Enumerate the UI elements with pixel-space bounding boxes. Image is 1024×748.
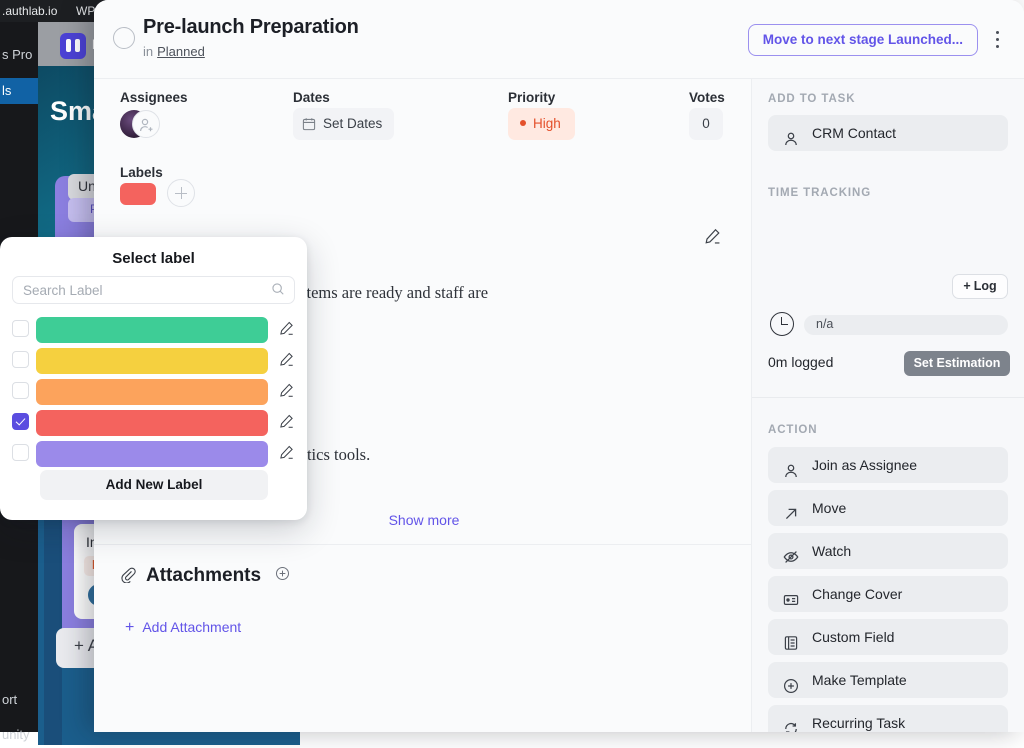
action-label: Watch	[812, 543, 851, 559]
show-more-link[interactable]: Show more	[389, 512, 460, 528]
page-title: Pre-launch Preparation	[143, 16, 359, 39]
add-to-task-header: ADD TO TASK	[768, 93, 855, 105]
sidebar-item-make-template[interactable]: Make Template	[768, 662, 1008, 698]
eye-off-icon	[783, 542, 799, 578]
person-icon	[783, 456, 799, 492]
select-label-popup: Select label	[0, 237, 307, 520]
action-header: ACTION	[768, 424, 817, 436]
refresh-icon	[783, 714, 799, 732]
calendar-icon	[302, 117, 316, 131]
log-label: Log	[974, 279, 997, 293]
label-color-bar[interactable]	[36, 379, 268, 405]
modal-header: Pre-launch Preparation in Planned Move to…	[94, 0, 1024, 79]
votes-label: Votes	[689, 90, 725, 105]
task-meta-row: Assignees Dates Priority Votes Set Dates	[94, 79, 751, 151]
dates-label: Dates	[293, 90, 330, 105]
pencil-edit-icon[interactable]	[278, 444, 295, 466]
breadcrumb-stage-link[interactable]: Planned	[157, 44, 205, 59]
label-color-bar[interactable]	[36, 317, 268, 343]
list-panel-icon	[783, 628, 799, 664]
breadcrumb: in Planned	[143, 44, 205, 59]
label-row	[12, 441, 295, 467]
move-to-next-stage-button[interactable]: Move to next stage Launched...	[748, 24, 978, 56]
label-checkbox[interactable]	[12, 444, 29, 461]
action-label: Join as Assignee	[812, 457, 917, 473]
add-attachment-label: Add Attachment	[142, 619, 241, 635]
popup-title: Select label	[0, 250, 307, 267]
action-label: Recurring Task	[812, 715, 905, 731]
priority-value: High	[533, 116, 561, 131]
set-dates-label: Set Dates	[323, 116, 382, 131]
sidebar-item-change-cover[interactable]: Change Cover	[768, 576, 1008, 612]
log-time-button[interactable]: + Log	[952, 274, 1008, 299]
labels-label: Labels	[120, 165, 163, 180]
action-label: Custom Field	[812, 629, 894, 645]
paperclip-icon	[120, 566, 137, 590]
label-row	[12, 348, 295, 374]
action-label: Move	[812, 500, 846, 516]
person-icon	[783, 124, 799, 160]
clock-icon	[770, 312, 794, 336]
plus-circle-icon[interactable]	[270, 565, 290, 586]
attachments-title: Attachments	[146, 565, 261, 586]
label-row	[12, 317, 295, 343]
sidebar-item-move[interactable]: Move	[768, 490, 1008, 526]
label-row	[12, 379, 295, 405]
kebab-menu-icon[interactable]	[990, 28, 1006, 52]
pencil-edit-icon[interactable]	[278, 413, 295, 435]
label-checkbox[interactable]	[12, 320, 29, 337]
status-circle-icon[interactable]	[113, 27, 135, 49]
add-assignee-icon[interactable]	[132, 110, 160, 138]
search-input[interactable]	[12, 276, 295, 304]
label-checkbox[interactable]	[12, 351, 29, 368]
votes-value[interactable]: 0	[689, 108, 723, 140]
image-icon	[783, 585, 799, 621]
label-color-bar[interactable]	[36, 348, 268, 374]
sidebar-item-join-as-assignee[interactable]: Join as Assignee	[768, 447, 1008, 483]
sidebar-divider	[752, 397, 1024, 398]
browser-tab-wp[interactable]: WP	[76, 4, 95, 18]
time-value-field[interactable]: n/a	[804, 315, 1008, 335]
pencil-edit-icon[interactable]	[703, 227, 722, 251]
sidebar-item-crm-contact[interactable]: CRM Contact	[768, 115, 1008, 151]
section-divider	[94, 544, 752, 545]
browser-tab-url[interactable]: .authlab.io	[2, 4, 57, 18]
priority-label: Priority	[508, 90, 555, 105]
attachments-heading: Attachments	[120, 564, 728, 588]
breadcrumb-prefix: in	[143, 44, 153, 59]
plus-icon: +	[963, 279, 970, 293]
plus-circle-icon	[783, 671, 799, 707]
sidebar-item-custom-field[interactable]: Custom Field	[768, 619, 1008, 655]
action-label: Change Cover	[812, 586, 902, 602]
label-color-bar[interactable]	[36, 410, 268, 436]
logged-time-text: 0m logged	[768, 354, 833, 370]
priority-chip[interactable]: High	[508, 108, 575, 140]
sidebar-item-recurring-task[interactable]: Recurring Task	[768, 705, 1008, 732]
label-swatch[interactable]	[120, 183, 156, 205]
label-checkbox[interactable]	[12, 382, 29, 399]
crm-contact-label: CRM Contact	[812, 125, 896, 141]
set-dates-button[interactable]: Set Dates	[293, 108, 394, 140]
add-attachment-button[interactable]: + Add Attachment	[125, 619, 241, 637]
label-checkbox[interactable]	[12, 413, 29, 430]
pencil-edit-icon[interactable]	[278, 351, 295, 373]
pencil-edit-icon[interactable]	[278, 320, 295, 342]
label-color-bar[interactable]	[36, 441, 268, 467]
add-new-label-button[interactable]: Add New Label	[40, 470, 268, 500]
action-label: Make Template	[812, 672, 907, 688]
right-sidebar: ADD TO TASK CRM Contact TIME TRACKING + L…	[752, 79, 1024, 732]
arrow-up-right-icon	[783, 499, 799, 535]
label-row	[12, 410, 295, 436]
sidebar-item-watch[interactable]: Watch	[768, 533, 1008, 569]
time-tracking-header: TIME TRACKING	[768, 187, 871, 199]
attachments-section: Attachments +Add Attachment	[120, 564, 728, 588]
search-icon	[271, 282, 285, 301]
pencil-edit-icon[interactable]	[278, 382, 295, 404]
priority-dot-icon	[520, 120, 526, 126]
plus-icon: +	[125, 619, 134, 636]
assignees-label: Assignees	[120, 90, 188, 105]
set-estimation-button[interactable]: Set Estimation	[904, 351, 1010, 376]
bg-app-logo-icon	[60, 33, 86, 59]
add-label-icon[interactable]	[167, 179, 195, 207]
